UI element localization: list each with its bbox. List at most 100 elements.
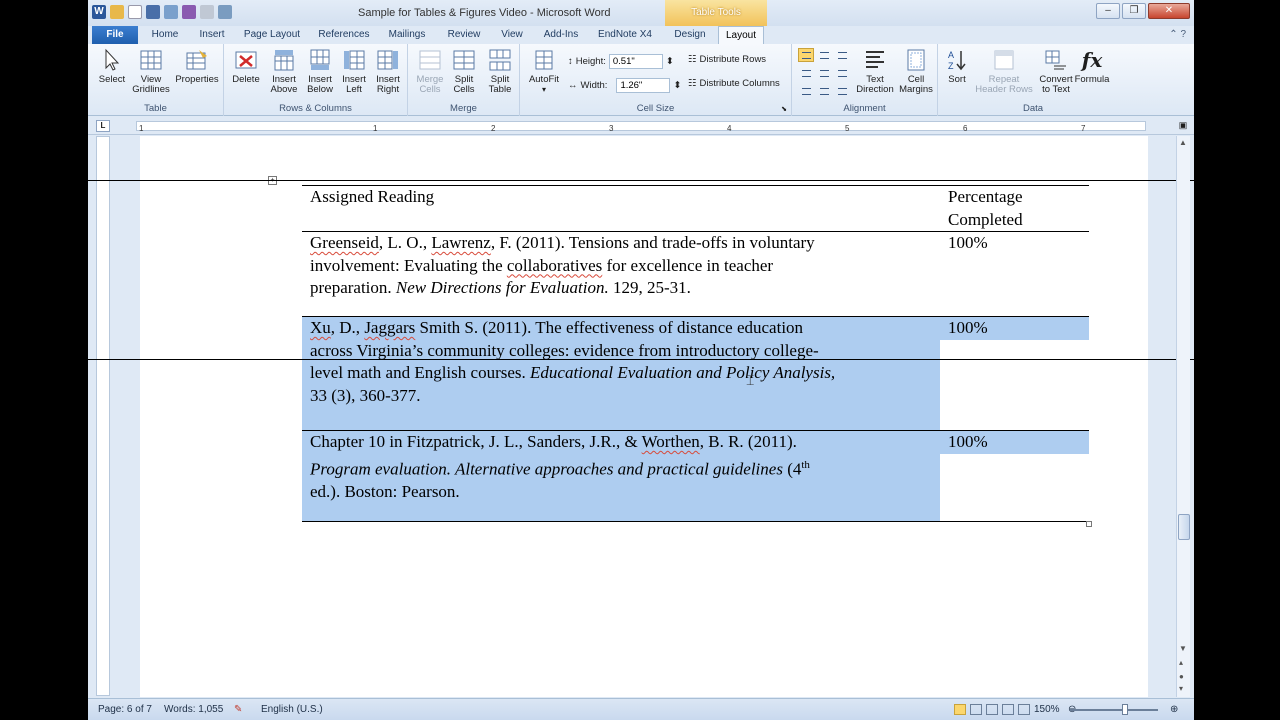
split-table-button[interactable]: Split Table bbox=[482, 48, 518, 95]
align-center-left-button[interactable] bbox=[798, 66, 814, 80]
vertical-ruler[interactable] bbox=[96, 136, 110, 696]
document-page[interactable]: + Assigned Reading Percentage Completed … bbox=[140, 136, 1148, 697]
tab-endnote[interactable]: EndNote X4 bbox=[592, 26, 658, 44]
tab-page-layout[interactable]: Page Layout bbox=[240, 26, 304, 44]
convert-to-text-button[interactable]: Convert to Text bbox=[1036, 48, 1076, 95]
align-top-right-button[interactable] bbox=[834, 48, 850, 62]
insert-left-button[interactable]: Insert Left bbox=[336, 48, 372, 95]
reading-cell[interactable]: Xu, D., Jaggars Smith S. (2011). The eff… bbox=[302, 317, 940, 430]
scroll-down-icon[interactable]: ▼ bbox=[1179, 644, 1187, 653]
tab-add-ins[interactable]: Add-Ins bbox=[538, 26, 584, 44]
word-count[interactable]: Words: 1,055 bbox=[164, 704, 223, 715]
zoom-slider[interactable] bbox=[1070, 709, 1158, 711]
height-spinner-icon[interactable]: ⬍ bbox=[666, 56, 674, 67]
ruler-toggle-icon[interactable]: ▣ bbox=[1176, 120, 1190, 134]
tab-review[interactable]: Review bbox=[442, 26, 486, 44]
gridlines-icon bbox=[140, 50, 162, 70]
new-document-icon[interactable] bbox=[128, 5, 142, 19]
ruler-strip[interactable]: 1 1 2 3 4 5 6 7 bbox=[136, 121, 1146, 133]
tab-view[interactable]: View bbox=[494, 26, 530, 44]
distribute-columns-button[interactable]: ☷ Distribute Columns bbox=[688, 78, 780, 89]
table-resize-handle-icon[interactable] bbox=[1086, 521, 1092, 527]
formula-button[interactable]: fx Formula bbox=[1074, 48, 1110, 85]
reading-cell[interactable]: Greenseid, L. O., Lawrenz, F. (2011). Te… bbox=[302, 232, 940, 300]
insert-table-icon[interactable] bbox=[200, 5, 214, 19]
redo-icon[interactable] bbox=[218, 5, 232, 19]
align-bottom-center-button[interactable] bbox=[816, 84, 832, 98]
minimize-button[interactable]: – bbox=[1096, 3, 1120, 19]
zoom-in-icon[interactable]: ⊕ bbox=[1170, 704, 1178, 715]
tab-references[interactable]: References bbox=[314, 26, 374, 44]
align-center-button[interactable] bbox=[816, 66, 832, 80]
select-button[interactable]: Select bbox=[94, 48, 130, 85]
horizontal-ruler: L 1 1 2 3 4 5 6 7 bbox=[88, 117, 1194, 135]
insert-right-button[interactable]: Insert Right bbox=[370, 48, 406, 95]
merge-cells-button[interactable]: Merge Cells bbox=[410, 48, 450, 95]
autofit-button[interactable]: AutoFit ▾ bbox=[524, 48, 564, 95]
insert-above-button[interactable]: Insert Above bbox=[266, 48, 302, 95]
cell-margins-button[interactable]: Cell Margins bbox=[896, 48, 936, 95]
browse-object-icon[interactable]: ● bbox=[1179, 672, 1184, 681]
split-cells-button[interactable]: Split Cells bbox=[446, 48, 482, 95]
align-bottom-right-button[interactable] bbox=[834, 84, 850, 98]
maximize-button[interactable]: ❐ bbox=[1122, 3, 1146, 19]
open-icon[interactable] bbox=[110, 5, 124, 19]
save-icon[interactable] bbox=[146, 5, 160, 19]
reading-table[interactable]: Assigned Reading Percentage Completed Gr… bbox=[302, 185, 1089, 522]
select-icon bbox=[105, 48, 120, 71]
properties-button[interactable]: Properties bbox=[174, 48, 220, 85]
align-bottom-left-button[interactable] bbox=[798, 84, 814, 98]
view-gridlines-button[interactable]: View Gridlines bbox=[130, 48, 172, 95]
ruler-mark: 3 bbox=[609, 124, 614, 133]
table-row: Xu, D., Jaggars Smith S. (2011). The eff… bbox=[302, 317, 1089, 431]
undo-icon[interactable] bbox=[182, 5, 196, 19]
tab-file[interactable]: File bbox=[92, 26, 138, 44]
print-layout-view-icon[interactable] bbox=[954, 704, 966, 715]
scroll-up-icon[interactable]: ▲ bbox=[1179, 138, 1187, 147]
customize-qat-icon[interactable] bbox=[236, 5, 244, 19]
close-button[interactable]: ✕ bbox=[1148, 3, 1190, 19]
cell-size-launcher-icon[interactable]: ⬊ bbox=[781, 105, 787, 113]
print-preview-icon[interactable] bbox=[164, 5, 178, 19]
help-icon[interactable]: ⌃ ? bbox=[1169, 29, 1186, 40]
tab-layout[interactable]: Layout bbox=[718, 26, 764, 44]
outline-view-icon[interactable] bbox=[1002, 704, 1014, 715]
zoom-level[interactable]: 150% bbox=[1034, 704, 1060, 715]
insert-left-icon bbox=[344, 50, 365, 70]
reading-cell[interactable]: Chapter 10 in Fitzpatrick, J. L., Sander… bbox=[302, 431, 940, 521]
header-percentage-completed[interactable]: Percentage Completed bbox=[940, 186, 1089, 231]
repeat-header-rows-button[interactable]: Repeat Header Rows bbox=[972, 48, 1036, 95]
tab-home[interactable]: Home bbox=[146, 26, 184, 44]
tab-insert[interactable]: Insert bbox=[192, 26, 232, 44]
scroll-thumb[interactable] bbox=[1178, 514, 1190, 540]
align-top-center-button[interactable] bbox=[816, 48, 832, 62]
tab-design[interactable]: Design bbox=[668, 26, 712, 44]
text-direction-button[interactable]: Text Direction bbox=[854, 48, 896, 95]
sort-button[interactable]: AZ Sort bbox=[942, 48, 972, 85]
proofing-icon[interactable]: ✎ bbox=[234, 704, 242, 715]
zoom-slider-handle[interactable] bbox=[1122, 704, 1128, 715]
header-assigned-reading[interactable]: Assigned Reading bbox=[302, 186, 940, 209]
vertical-scrollbar[interactable]: ▲ ▼ ▴ ● ▾ bbox=[1176, 136, 1190, 697]
align-center-right-button[interactable] bbox=[834, 66, 850, 80]
height-input[interactable] bbox=[608, 54, 663, 69]
width-spinner-icon[interactable]: ⬍ bbox=[673, 80, 681, 91]
width-input[interactable] bbox=[616, 78, 671, 93]
align-top-left-button[interactable] bbox=[798, 48, 814, 62]
percentage-cell[interactable]: 100% bbox=[940, 232, 1089, 255]
percentage-cell[interactable]: 100% bbox=[940, 431, 1089, 454]
full-screen-reading-icon[interactable] bbox=[970, 704, 982, 715]
tab-mailings[interactable]: Mailings bbox=[382, 26, 432, 44]
distribute-rows-button[interactable]: ☷ Distribute Rows bbox=[688, 54, 766, 65]
web-layout-icon[interactable] bbox=[986, 704, 998, 715]
tab-selector[interactable]: L bbox=[96, 120, 110, 132]
previous-page-icon[interactable]: ▴ bbox=[1179, 658, 1183, 667]
next-page-icon[interactable]: ▾ bbox=[1179, 684, 1183, 693]
language[interactable]: English (U.S.) bbox=[261, 704, 323, 715]
draft-view-icon[interactable] bbox=[1018, 704, 1030, 715]
word-app-icon[interactable]: W bbox=[92, 5, 106, 19]
delete-button[interactable]: Delete bbox=[228, 48, 264, 85]
page-count[interactable]: Page: 6 of 7 bbox=[98, 704, 152, 715]
insert-below-button[interactable]: Insert Below bbox=[302, 48, 338, 95]
percentage-cell[interactable]: 100% bbox=[940, 317, 1089, 340]
